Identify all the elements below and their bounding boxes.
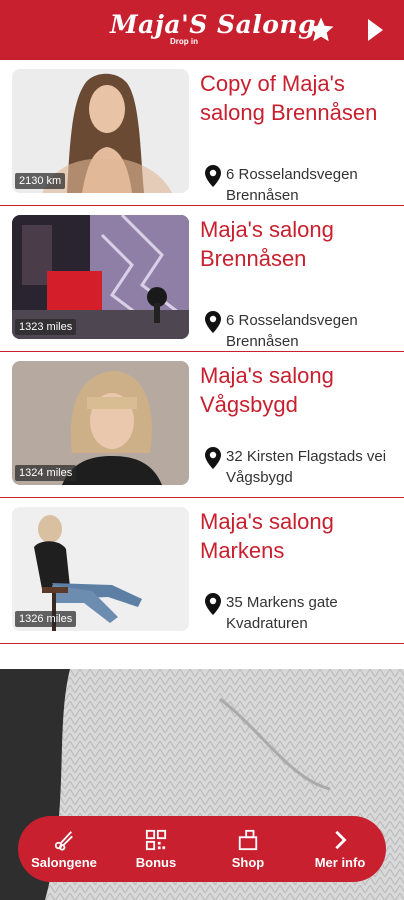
play-arrow-icon [368,19,383,41]
salon-name: Copy of Maja's salong Brennåsen [200,71,378,125]
distance-badge: 1326 miles [15,611,77,627]
salon-address: 6 Rosselandsvegen Brennåsen [204,164,400,206]
nav-label: Mer info [314,854,366,870]
scissors-icon [54,830,73,851]
logo-title: Maja'S Salong [110,10,317,39]
salon-name: Maja's salong Vågsbygd [200,363,334,417]
favorites-button[interactable] [306,15,336,45]
location-pin-icon [205,311,221,333]
app-logo: Maja'S Salong Drop in [110,8,316,52]
forward-button[interactable] [364,16,386,44]
address-text: 32 Kirsten Flagstads vei Vågsbygd [226,448,387,486]
shop-bag-icon [238,829,258,850]
qr-code-icon [145,829,167,850]
location-pin-icon [205,447,221,469]
salon-list-item[interactable]: 1323 miles Maja's salong Brennåsen 6 Ros… [0,206,404,352]
address-text: 6 Rosselandsvegen Brennåsen [226,166,358,204]
address-text: 6 Rosselandsvegen Brennåsen [226,312,358,350]
distance-badge: 2130 km [15,173,66,189]
salon-name: Maja's salong Brennåsen [200,217,334,271]
salon-photo: 1324 miles [12,361,189,485]
salon-list: 2130 km Copy of Maja's salong Brennåsen … [0,60,404,644]
salon-address: 6 Rosselandsvegen Brennåsen [204,310,400,352]
nav-shop[interactable]: Shop [202,816,294,882]
app-header: Maja'S Salong Drop in [0,0,404,60]
location-pin-icon [205,593,221,615]
salon-photo: 1326 miles [12,507,189,631]
salon-list-item[interactable]: 1324 miles Maja's salong Vågsbygd 32 Kir… [0,352,404,498]
distance-badge: 1324 miles [15,465,77,481]
salon-address: 32 Kirsten Flagstads vei Vågsbygd [204,446,400,488]
salon-photo: 2130 km [12,69,189,193]
nav-mer-info[interactable]: Mer info [294,816,386,882]
nav-label: Salongene [31,854,97,870]
nav-salongene[interactable]: Salongene [18,816,110,882]
nav-label: Shop [231,854,265,870]
chevron-right-icon [335,830,347,849]
distance-badge: 1323 miles [15,319,77,335]
star-icon [308,17,334,42]
salon-list-item[interactable]: 2130 km Copy of Maja's salong Brennåsen … [0,60,404,206]
salon-address: 35 Markens gate Kvadraturen [204,592,400,634]
nav-bonus[interactable]: Bonus [110,816,202,882]
location-pin-icon [205,165,221,187]
nav-label: Bonus [135,854,177,870]
bottom-navigation: Salongene Bonus Shop Mer info [18,816,386,882]
salon-photo: 1323 miles [12,215,189,339]
salon-list-item[interactable]: 1326 miles Maja's salong Markens 35 Mark… [0,498,404,644]
salon-name: Maja's salong Markens [200,509,334,563]
address-text: 35 Markens gate Kvadraturen [226,594,338,632]
logo-subtitle: Drop in [170,37,198,46]
